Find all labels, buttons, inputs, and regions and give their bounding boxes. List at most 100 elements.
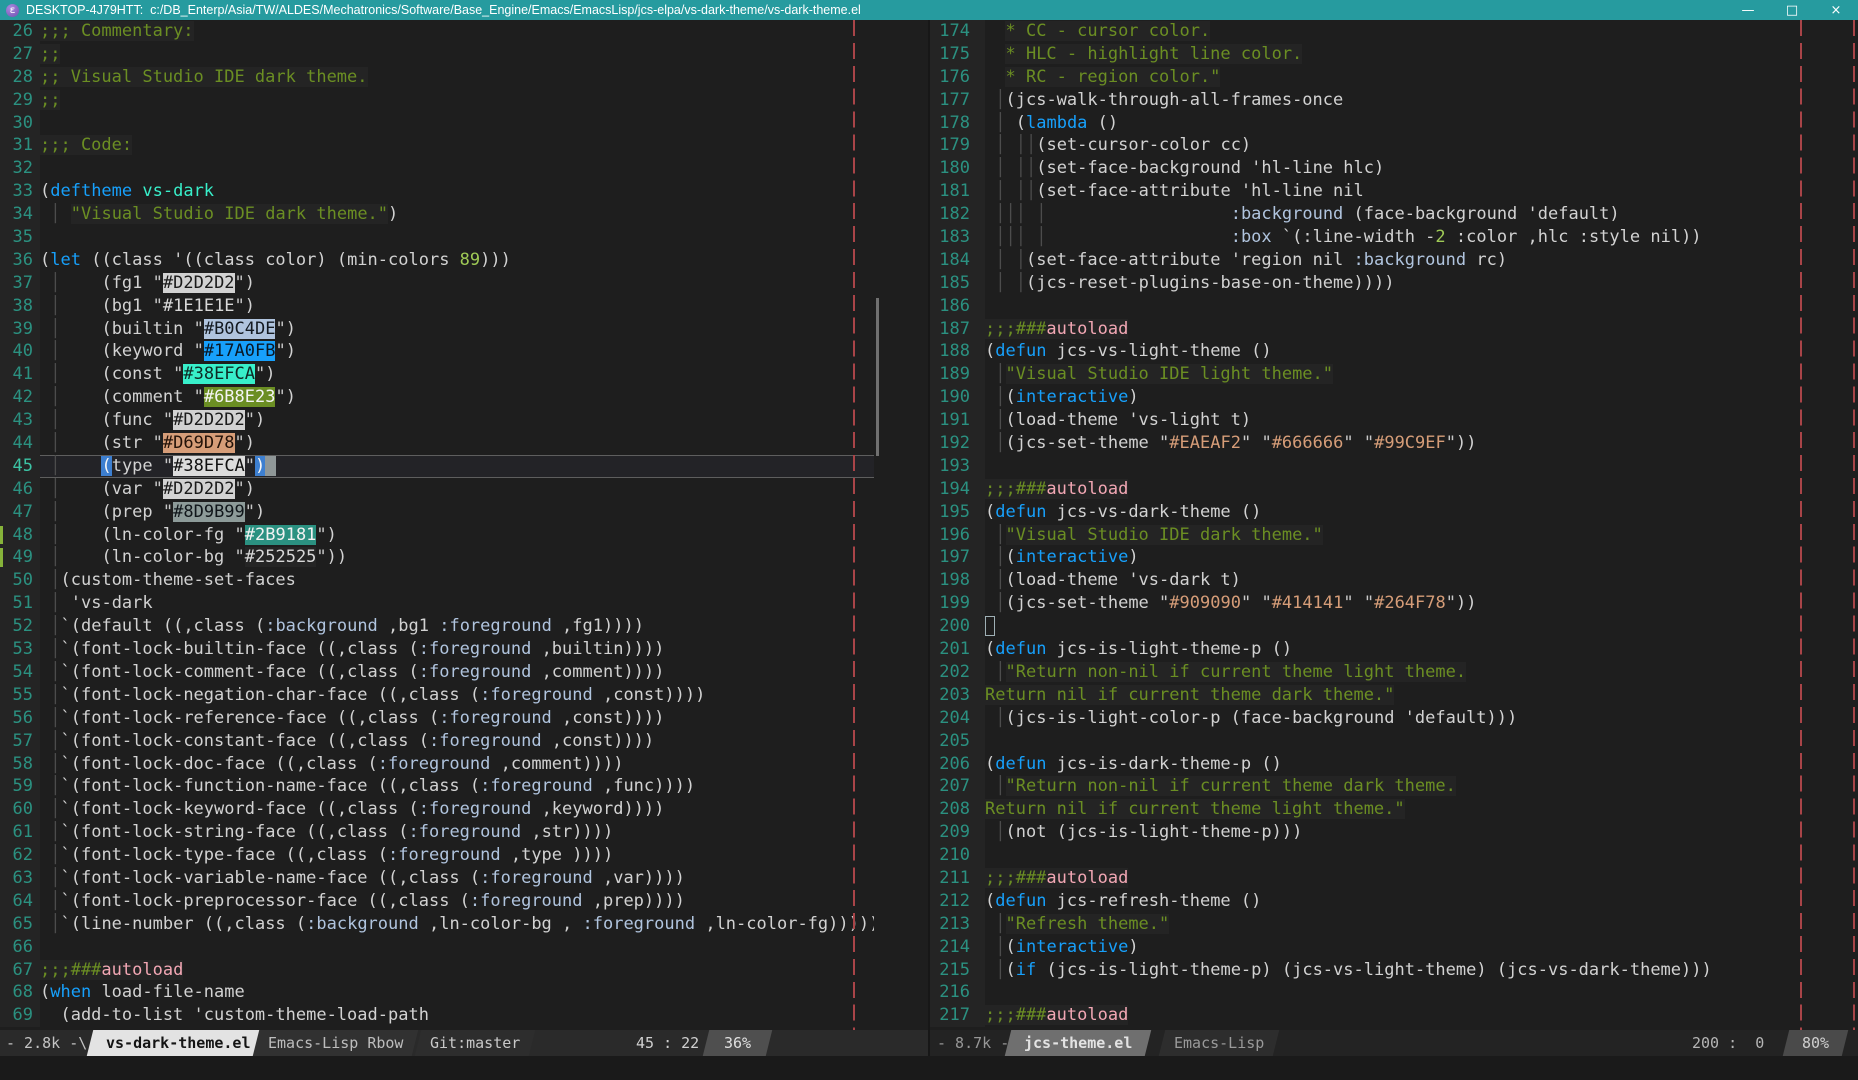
code-text[interactable]: │(interactive) (985, 386, 1858, 409)
code-line[interactable]: 67;;;###autoload (0, 959, 874, 982)
code-line[interactable]: 206(defun jcs-is-dark-theme-p () (930, 753, 1858, 776)
code-line[interactable]: 48 │ (ln-color-fg "#2B9181") (0, 524, 874, 547)
git-branch-chip[interactable]: Git:master (415, 1030, 536, 1056)
code-text[interactable]: │ ││(set-face-background 'hl-line hlc) (985, 157, 1858, 180)
code-line[interactable]: 178 │ (lambda () (930, 112, 1858, 135)
code-text[interactable]: (defun jcs-refresh-theme () (985, 890, 1858, 913)
code-text[interactable]: Return nil if current theme dark theme." (985, 684, 1858, 707)
code-line[interactable]: 32 (0, 157, 874, 180)
code-line[interactable]: 31;;; Code: (0, 134, 874, 157)
code-line[interactable]: 207 │"Return non-nil if current theme da… (930, 775, 1858, 798)
code-text[interactable]: │`(font-lock-constant-face ((,class (:fo… (40, 730, 874, 753)
code-text[interactable]: │ (func "#D2D2D2") (40, 409, 874, 432)
code-text[interactable]: │`(font-lock-builtin-face ((,class (:for… (40, 638, 874, 661)
code-line[interactable]: 181 │ ││(set-face-attribute 'hl-line nil (930, 180, 1858, 203)
code-line[interactable]: 62 │`(font-lock-type-face ((,class (:for… (0, 844, 874, 867)
code-line[interactable]: 65 │`(line-number ((,class (:background … (0, 913, 874, 936)
code-text[interactable]: │ (ln-color-fg "#2B9181") (40, 524, 874, 547)
code-text[interactable]: │(load-theme 'vs-light t) (985, 409, 1858, 432)
code-text[interactable]: * HLC - highlight line color. (985, 43, 1858, 66)
code-text[interactable]: │ (comment "#6B8E23") (40, 386, 874, 409)
left-pane-scrollbar-area[interactable] (874, 20, 930, 1030)
buffer-name-chip[interactable]: jcs-theme.el (1005, 1030, 1152, 1056)
code-text[interactable]: │ (const "#38EFCA") (40, 363, 874, 386)
code-text[interactable]: │"Return non-nil if current theme dark t… (985, 775, 1858, 798)
code-text[interactable]: │`(font-lock-comment-face ((,class (:for… (40, 661, 874, 684)
code-text[interactable]: │(jcs-set-theme "#EAEAF2" "#666666" "#99… (985, 432, 1858, 455)
code-line[interactable]: 49 │ (ln-color-bg "#252525")) (0, 546, 874, 569)
code-line[interactable]: 197 │(interactive) (930, 546, 1858, 569)
code-line[interactable]: 205 (930, 730, 1858, 753)
code-text[interactable]: │(if (jcs-is-light-theme-p) (jcs-vs-ligh… (985, 959, 1858, 982)
minibuffer-echo-area[interactable] (0, 1056, 1858, 1080)
code-text[interactable]: * CC - cursor color. (985, 20, 1858, 43)
code-line[interactable]: 55 │`(font-lock-negation-char-face ((,cl… (0, 684, 874, 707)
code-text[interactable]: │`(default ((,class (:background ,bg1 :f… (40, 615, 874, 638)
code-line[interactable]: 191 │(load-theme 'vs-light t) (930, 409, 1858, 432)
code-text[interactable]: │`(font-lock-doc-face ((,class (:foregro… (40, 753, 874, 776)
code-line[interactable]: 39 │ (builtin "#B0C4DE") (0, 318, 874, 341)
major-mode-chip[interactable]: Emacs-Lisp Rbow (253, 1030, 419, 1056)
code-line[interactable]: 188(defun jcs-vs-light-theme () (930, 340, 1858, 363)
close-button[interactable]: × (1814, 0, 1858, 20)
code-text[interactable]: (add-to-list 'custom-theme-load-path (40, 1004, 874, 1027)
code-text[interactable]: │(interactive) (985, 546, 1858, 569)
code-line[interactable]: 214 │(interactive) (930, 936, 1858, 959)
code-line[interactable]: 59 │`(font-lock-function-name-face ((,cl… (0, 775, 874, 798)
minimize-button[interactable]: — (1726, 0, 1770, 20)
editor-pane-left[interactable]: 26;;; Commentary:27;;28;; Visual Studio … (0, 20, 874, 1030)
code-line[interactable]: 52 │`(default ((,class (:background ,bg1… (0, 615, 874, 638)
code-line[interactable]: 37 │ (fg1 "#D2D2D2") (0, 272, 874, 295)
code-line[interactable]: 41 │ (const "#38EFCA") (0, 363, 874, 386)
code-text[interactable]: │ 'vs-dark (40, 592, 874, 615)
code-text[interactable]: * RC - region color." (985, 66, 1858, 89)
code-text[interactable] (985, 981, 1858, 1004)
code-line[interactable]: 212(defun jcs-refresh-theme () (930, 890, 1858, 913)
code-text[interactable]: ;;; Code: (40, 134, 874, 157)
code-line[interactable]: 28;; Visual Studio IDE dark theme. (0, 66, 874, 89)
code-line[interactable]: 204 │(jcs-is-light-color-p (face-backgro… (930, 707, 1858, 730)
code-text[interactable] (40, 112, 874, 135)
code-line[interactable]: 192 │(jcs-set-theme "#EAEAF2" "#666666" … (930, 432, 1858, 455)
code-line[interactable]: 213 │"Refresh theme." (930, 913, 1858, 936)
code-text[interactable]: │ (fg1 "#D2D2D2") (40, 272, 874, 295)
code-line[interactable]: 209 │(not (jcs-is-light-theme-p))) (930, 821, 1858, 844)
code-text[interactable]: │"Return non-nil if current theme light … (985, 661, 1858, 684)
code-text[interactable]: (deftheme vs-dark (40, 180, 874, 203)
code-line[interactable]: 175 * HLC - highlight line color. (930, 43, 1858, 66)
code-text[interactable]: │ "Visual Studio IDE dark theme.") (40, 203, 874, 226)
scrollbar-thumb[interactable] (876, 298, 879, 456)
code-text[interactable] (985, 295, 1858, 318)
code-line[interactable]: 53 │`(font-lock-builtin-face ((,class (:… (0, 638, 874, 661)
code-line[interactable]: 40 │ (keyword "#17A0FB") (0, 340, 874, 363)
code-text[interactable]: ;;;###autoload (985, 867, 1858, 890)
code-text[interactable]: │ (var "#D2D2D2") (40, 478, 874, 501)
code-text[interactable]: │ (prep "#8D9B99") (40, 501, 874, 524)
code-line[interactable]: 202 │"Return non-nil if current theme li… (930, 661, 1858, 684)
code-text[interactable]: │`(font-lock-string-face ((,class (:fore… (40, 821, 874, 844)
code-line[interactable]: 208Return nil if current theme light the… (930, 798, 1858, 821)
major-mode-chip[interactable]: Emacs-Lisp (1159, 1030, 1280, 1056)
code-text[interactable]: │"Visual Studio IDE light theme." (985, 363, 1858, 386)
code-line[interactable]: 182 │││ │ :background (face-background '… (930, 203, 1858, 226)
code-text[interactable]: │ (type "#38EFCA") (40, 455, 874, 478)
code-text[interactable] (985, 455, 1858, 478)
code-text[interactable]: ;;; Commentary: (40, 20, 874, 43)
code-text[interactable]: ;;;###autoload (985, 478, 1858, 501)
editor-pane-right[interactable]: 174 * CC - cursor color.175 * HLC - high… (930, 20, 1858, 1030)
code-line[interactable]: 203Return nil if current theme dark them… (930, 684, 1858, 707)
code-line[interactable]: 190 │(interactive) (930, 386, 1858, 409)
code-line[interactable]: 34 │ "Visual Studio IDE dark theme.") (0, 203, 874, 226)
code-text[interactable]: (defun jcs-is-dark-theme-p () (985, 753, 1858, 776)
code-text[interactable]: │`(font-lock-negation-char-face ((,class… (40, 684, 874, 707)
code-line[interactable]: 69 (add-to-list 'custom-theme-load-path (0, 1004, 874, 1027)
code-text[interactable]: │`(font-lock-variable-name-face ((,class… (40, 867, 874, 890)
code-line[interactable]: 30 (0, 112, 874, 135)
code-text[interactable]: │ │(jcs-reset-plugins-base-on-theme)))) (985, 272, 1858, 295)
code-text[interactable] (40, 226, 874, 249)
code-line[interactable]: 185 │ │(jcs-reset-plugins-base-on-theme)… (930, 272, 1858, 295)
code-line[interactable]: 50 │(custom-theme-set-faces (0, 569, 874, 592)
code-text[interactable]: │`(font-lock-type-face ((,class (:foregr… (40, 844, 874, 867)
code-line[interactable]: 183 │││ │ :box `(:line-width -2 :color ,… (930, 226, 1858, 249)
code-line[interactable]: 58 │`(font-lock-doc-face ((,class (:fore… (0, 753, 874, 776)
